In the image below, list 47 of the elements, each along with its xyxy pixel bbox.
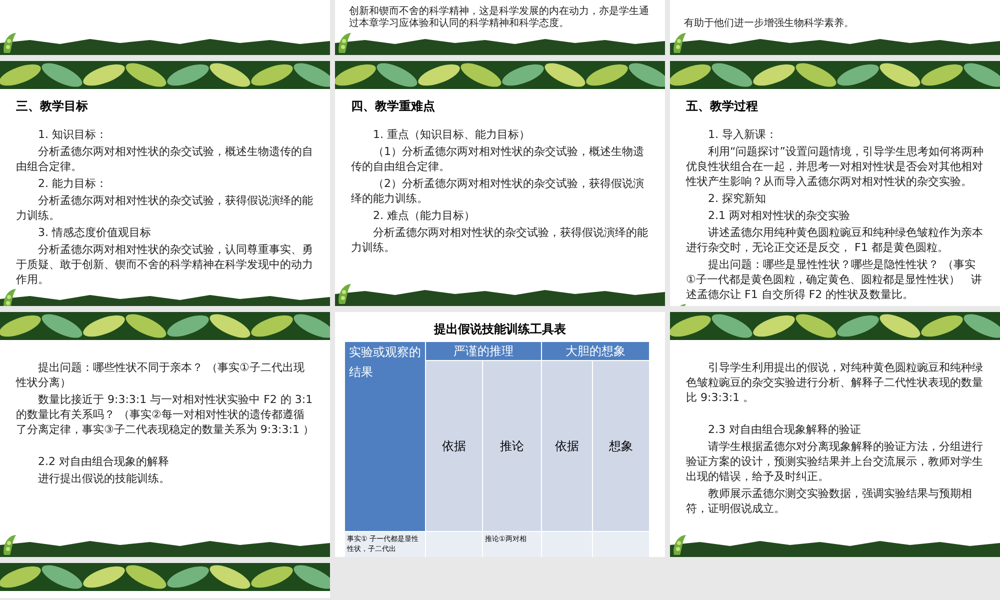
slide-paragraph: 教师展示孟德尔测交实验数据，强调实验结果与预期相符，证明假说成立。 xyxy=(686,486,973,516)
slide-paragraph: 进行提出假说的技能训练。 xyxy=(37,471,171,486)
slide-thumbnail[interactable]: 创新和锲而不舍的科学精神，这是科学发展的内在动力，亦是学生通过本章学习应体验和认同的科学精神和科学态度。 xyxy=(335,0,665,55)
slide-paragraph: 分析孟德尔两对相对性状的杂交试验，认同尊重事实、勇于质疑、敢于创新、锲而不舍的科学精神在科学发现中的动力作用。 xyxy=(16,242,314,287)
slide-title: 四、教学重难点 xyxy=(351,98,436,115)
slide-paragraph: （1）分析孟德尔两对相对性状的杂交试验，概述生物遗传的自由组合定律。 xyxy=(351,144,645,174)
slide-paragraph: 2. 能力目标： xyxy=(37,176,108,191)
slide-paragraph: 2.2 对自由组合现象的解释 xyxy=(37,454,170,469)
slide-paragraph: 1. 导入新课： xyxy=(707,127,778,142)
slide-paragraph: 有助于他们进一步增强生物科学素养。 xyxy=(684,18,855,30)
slide-paragraph: 2.3 对自由组合现象解释的验证 xyxy=(707,422,862,437)
slide-thumbnail[interactable]: 提出问题：哪些性状不同于亲本？ （事实①子二代出现性状分离） 数量比接近于 9:3:3:1 与一对相对性状实验中 F2 的 3:1 的数量比有关系吗？ （事实②每一对相对性状的遗传都遵循了分离定律，事实③子二代表现稳定的数量关系为 9:3:3:1 ） 2.2 对自由组合现象的解释 进行提出假说的技能训练。 xyxy=(0,312,330,557)
slide-thumbnail[interactable]: 四、教学重难点 1. 重点（知识目标、能力目标） （1）分析孟德尔两对相对性状的杂交试验，概述生物遗传的自由组合定律。 （2）分析孟德尔两对相对性状的杂交试验，获得假说演绎的能力训练。 2. 难点（能力目标） 分析孟德尔两对相对性状的杂交试验，获得假说演绎的能力训练。 xyxy=(335,61,665,306)
slide-paragraph: 2. 探究新知 xyxy=(707,191,767,206)
slide-paragraph: 数量比接近于 9:3:3:1 与一对相对性状实验中 F2 的 3:1 的数量比有关系吗？ （事实②每一对相对性状的遗传都遵循了分离定律，事实③子二代表现稳定的数量关系为 9:3:3:1 ） xyxy=(16,392,314,437)
slide-thumbnail[interactable]: 引导学生利用提出的假说，对纯种黄色圆粒豌豆和纯种绿色皱粒豌豆的杂交实验进行分析、解释子二代性状表现的数量比 9:3:3:1 。 2.3 对自由组合现象解释的验证 请学生根据孟德尔对分离现象解释的验证方法，分组进行验证方案的设计，预测实验结果并上台交流展示，教师对学生出现的错误，给予及时纠正。 教师展示孟德尔测交实验数据，强调实验结果与预期相符，证明假说成立。 xyxy=(670,312,1000,557)
table-cell: 依据 xyxy=(426,361,482,531)
slide-paragraph: 分析孟德尔两对相对性状的杂交试验，获得假说演绎的能力训练。 xyxy=(16,193,314,223)
table-cell: 依据 xyxy=(542,361,592,531)
slide-thumbnail[interactable]: 有助于他们进一步增强生物科学素养。 xyxy=(670,0,1000,55)
slide-paragraph: 3. 情感态度价值观目标 xyxy=(37,225,152,240)
slide-paragraph: 请学生根据孟德尔对分离现象解释的验证方法，分组进行验证方案的设计，预测实验结果并上台交流展示，教师对学生出现的错误，给予及时纠正。 xyxy=(686,439,984,484)
slide-title: 提出假说技能训练工具表 xyxy=(432,321,567,338)
slide-paragraph: 提出问题：哪些性状不同于亲本？ （事实①子二代出现性状分离） xyxy=(16,360,306,390)
slide-paragraph: 1. 重点（知识目标、能力目标） xyxy=(372,127,531,142)
table-cell: 推论 xyxy=(483,361,541,531)
slide-paragraph: （2）分析孟德尔两对相对性状的杂交试验，获得假说演绎的能力训练。 xyxy=(351,176,645,206)
slide-paragraph: 引导学生利用提出的假说，对纯种黄色圆粒豌豆和纯种绿色皱粒豌豆的杂交实验进行分析、解释子二代性状表现的数量比 9:3:3:1 。 xyxy=(686,360,984,405)
slide-paragraph: 1. 知识目标： xyxy=(37,127,108,142)
slide-thumbnail[interactable] xyxy=(670,61,1000,306)
slide-thumbnail[interactable] xyxy=(0,563,330,598)
slide-paragraph: 创新和锲而不舍的科学精神，这是科学发展的内在动力，亦是学生通过本章学习应体验和认同的科学精神和科学态度。 xyxy=(349,6,650,30)
slide-title: 五、教学过程 xyxy=(686,98,759,115)
table-cell: 想象 xyxy=(593,361,649,531)
slide-thumbnail[interactable]: 三、教学目标 1. 知识目标： 分析孟德尔两对相对性状的杂交试验，概述生物遗传的自由组合定律。 2. 能力目标： 分析孟德尔两对相对性状的杂交试验，获得假说演绎的能力训练。 3. 情感态度价值观目标 分析孟德尔两对相对性状的杂交试验，认同尊重事实、勇于质疑、敢于创新、锲而不舍的科学精神在科学发现中的动力作用。 xyxy=(0,61,330,306)
table-header-cell: 严谨的推理 xyxy=(426,342,541,360)
slide-paragraph: 分析孟德尔两对相对性状的杂交试验，概述生物遗传的自由组合定律。 xyxy=(16,144,314,174)
table-header-cell: 实验或观察的结果 xyxy=(345,342,425,531)
slide-title: 三、教学目标 xyxy=(16,98,89,115)
slide-paragraph: 2.1 两对相对性状的杂交实验 xyxy=(707,208,851,223)
slide-thumbnail[interactable] xyxy=(0,0,330,55)
slide-paragraph: 分析孟德尔两对相对性状的杂交试验，获得假说演绎的能力训练。 xyxy=(351,225,649,255)
slide-paragraph: 提出问题：哪些是显性性状？哪些是隐性性状？ （事实①子一代都是黄色圆粒，确定黄色、圆粒都是显性性状） 讲述孟德尔让 F1 自交所得 F2 的性状及数量比。 xyxy=(686,257,983,302)
slide-paragraph: 利用“问题探讨”设置问题情境，引导学生思考如何将两种优良性状组合在一起，并思考一对相对性状是否会对其他相对性状产生影响？从而导入孟德尔两对相对性状的杂交实验。 xyxy=(686,144,984,189)
slide-paragraph: 讲述孟德尔用纯种黄色圆粒豌豆和纯种绿色皱粒作为亲本进行杂交时，无论正交还是反交， F1 都是黄色圆粒。 xyxy=(686,225,984,255)
table-header-cell: 大胆的想象 xyxy=(542,342,649,360)
slide-paragraph: 2. 难点（能力目标） xyxy=(372,208,476,223)
